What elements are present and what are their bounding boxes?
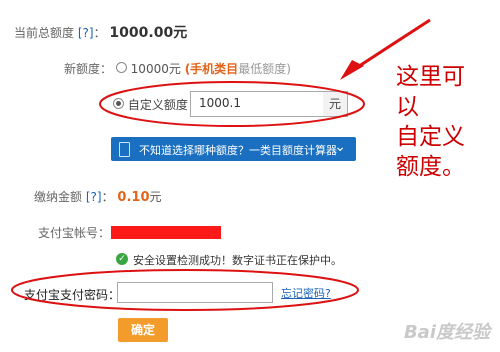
payment-sep: ： (101, 190, 114, 204)
total-quota-help-link[interactable]: [?] (78, 26, 94, 40)
quota-10000-category: 手机类目 (190, 62, 239, 76)
payment-help-link[interactable]: [?] (86, 190, 102, 204)
total-quota-label: 当前总额度 (14, 26, 75, 40)
payment-value: 0.10 (117, 190, 150, 205)
total-quota-value: 1000.00元 (109, 25, 188, 41)
password-highlight-ellipse (11, 269, 359, 311)
quota-calculator-label: 不知道选择哪种额度？一类目额度计算器 (139, 144, 337, 157)
payment-unit: 元 (149, 190, 162, 204)
annotation-line-1: 这里可 (396, 64, 465, 90)
calculator-icon (119, 142, 130, 157)
total-quota-row: 当前总额度 [?]： 1000.00元 (14, 22, 187, 42)
chevron-down-icon: ⌄ (334, 139, 346, 155)
annotation-line-3: 自定义 (396, 124, 465, 150)
new-quota-row: 新额度： 10000元 (手机类目最低额度) (64, 60, 291, 77)
new-quota-label: 新额度： (64, 62, 113, 76)
quota-10000-radio[interactable] (115, 62, 127, 73)
baidu-watermark: Bai度经验 (403, 322, 490, 343)
quota-10000-value: 10000元 (130, 62, 181, 76)
alipay-account-redacted (111, 226, 221, 239)
quota-10000-min-text: 最低额度) (238, 62, 291, 76)
custom-quota-highlight-ellipse (99, 81, 365, 127)
payment-label: 缴纳金额 (34, 190, 83, 204)
check-circle-icon: ✓ (116, 253, 128, 265)
annotation-line-2: 以 (396, 94, 419, 120)
alipay-account-label: 支付宝帐号： (38, 226, 111, 240)
payment-row: 缴纳金额 [?]： 0.10元 (34, 188, 162, 205)
annotation-line-4: 额度。 (396, 154, 465, 180)
quota-calculator-button[interactable]: 不知道选择哪种额度？一类目额度计算器 ⌄ (111, 137, 356, 161)
annotation-text: 这里可 以 自定义 额度。 (396, 62, 465, 182)
confirm-button[interactable]: 确定 (118, 318, 168, 342)
total-quota-sep: ： (93, 26, 106, 40)
